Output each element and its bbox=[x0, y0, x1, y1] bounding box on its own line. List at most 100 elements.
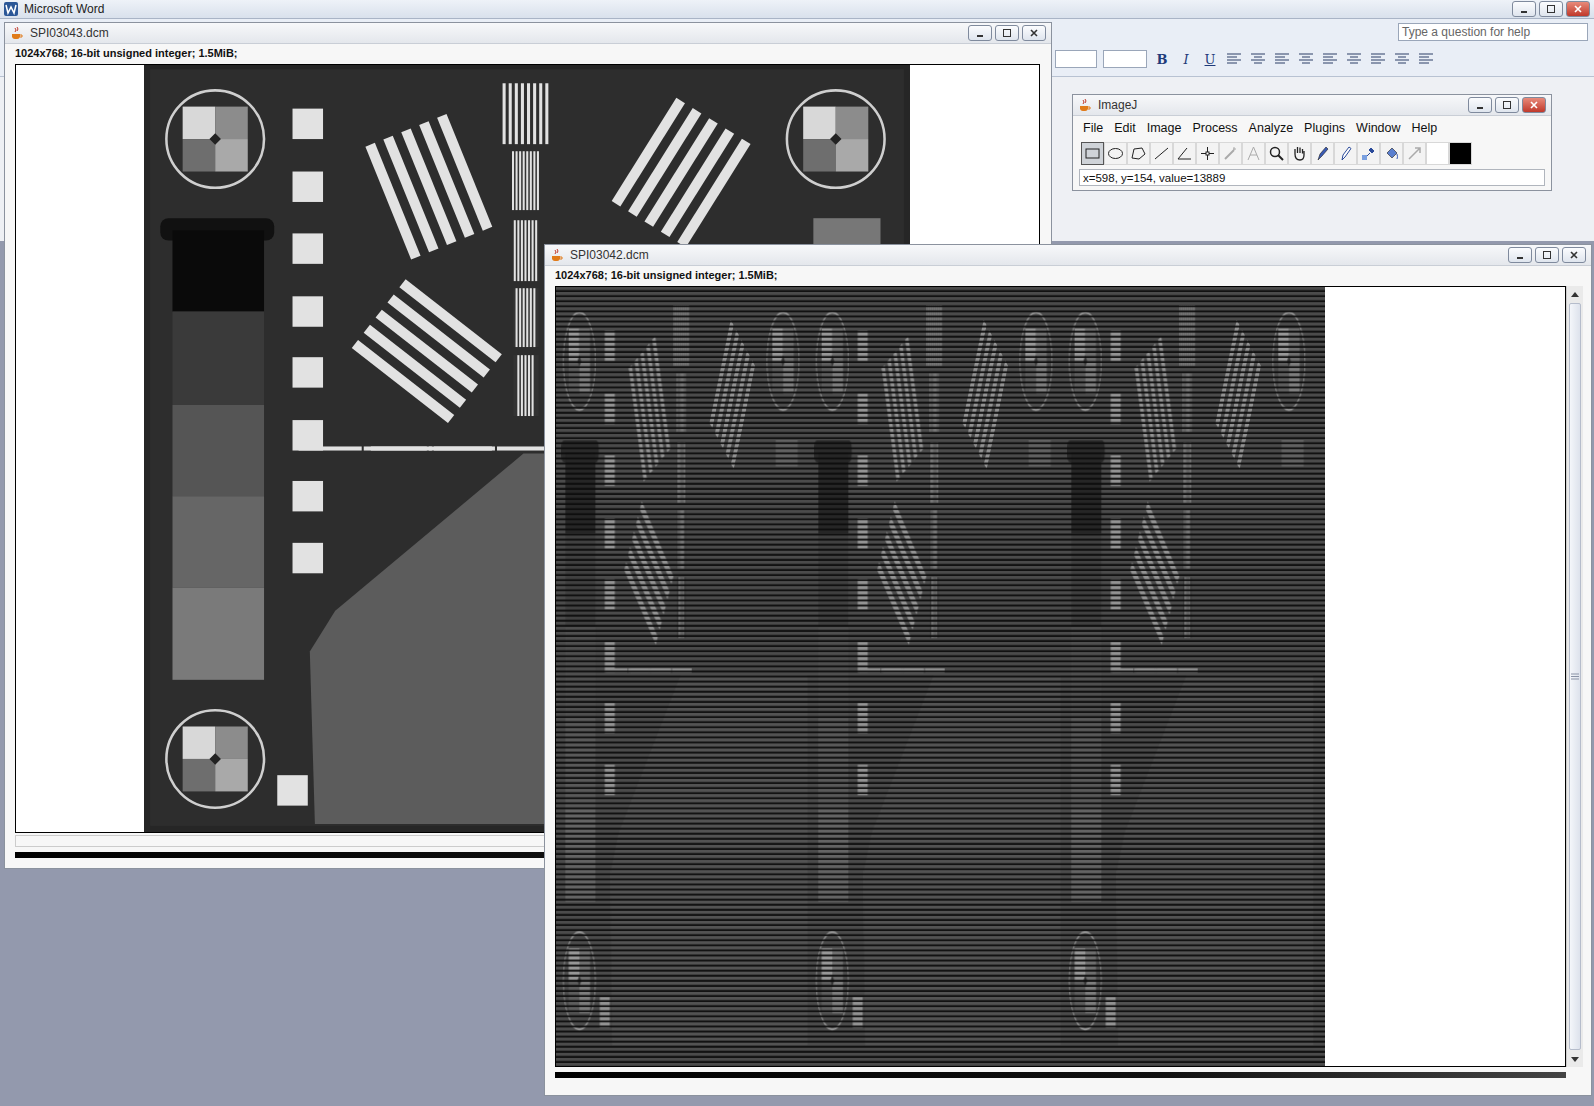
fill-icon bbox=[1383, 145, 1400, 162]
tool-button[interactable] bbox=[1150, 142, 1173, 165]
menu-item[interactable]: Image bbox=[1147, 121, 1182, 135]
menu-item[interactable]: Plugins bbox=[1304, 121, 1345, 135]
tool-button[interactable] bbox=[1173, 142, 1196, 165]
paragraph-icon[interactable] bbox=[1345, 51, 1363, 67]
paragraph-icon[interactable] bbox=[1417, 51, 1435, 67]
line-pair-group bbox=[514, 220, 537, 281]
status-field: x=598, y=154, value=13889 bbox=[1079, 169, 1545, 186]
wand-icon bbox=[1222, 145, 1239, 162]
rectangle-icon bbox=[1084, 145, 1101, 162]
menu-item[interactable]: Window bbox=[1356, 121, 1400, 135]
close-icon bbox=[1030, 29, 1038, 37]
tool-button[interactable] bbox=[1380, 142, 1403, 165]
angle-icon bbox=[1176, 145, 1193, 162]
image-info: 1024x768; 16-bit unsigned integer; 1.5Mi… bbox=[5, 44, 1051, 64]
tool-button bbox=[1403, 142, 1426, 165]
tool-button[interactable] bbox=[1081, 142, 1104, 165]
tool-button bbox=[1219, 142, 1242, 165]
image-canvas[interactable] bbox=[555, 286, 1566, 1067]
minimize-icon bbox=[1476, 101, 1484, 109]
magnifier-icon bbox=[1268, 145, 1285, 162]
title-bar[interactable]: SPI03042.dcm bbox=[545, 245, 1591, 266]
maximize-icon bbox=[1543, 251, 1551, 259]
line-icon bbox=[1153, 145, 1170, 162]
word-title-bar[interactable]: Microsoft Word bbox=[0, 0, 1594, 19]
imagej-window[interactable]: ImageJ File Edit Image Process Analyze Plugins… bbox=[1072, 94, 1552, 191]
close-button[interactable] bbox=[1566, 1, 1590, 17]
help-search-box[interactable]: Type a question for help bbox=[1398, 23, 1588, 41]
tool-button[interactable] bbox=[1196, 142, 1219, 165]
paragraph-icon[interactable] bbox=[1273, 51, 1291, 67]
vertical-scrollbar[interactable] bbox=[1566, 286, 1583, 1067]
arrow-icon bbox=[1406, 145, 1423, 162]
window-title: SPI03042.dcm bbox=[570, 248, 649, 262]
close-icon bbox=[1530, 101, 1538, 109]
window-controls bbox=[1508, 247, 1586, 263]
image-window[interactable]: SPI03042.dcm 1024x768; 16-bit unsigned in… bbox=[544, 244, 1592, 1096]
title-bar[interactable]: SPI03043.dcm bbox=[5, 23, 1051, 44]
tool-button[interactable] bbox=[1265, 142, 1288, 165]
tool-bar bbox=[1073, 137, 1551, 166]
color-swatch[interactable] bbox=[1449, 142, 1472, 165]
menu-item[interactable]: Edit bbox=[1114, 121, 1136, 135]
title-bar[interactable]: ImageJ bbox=[1073, 95, 1551, 116]
format-button[interactable]: U bbox=[1201, 49, 1219, 69]
tool-button bbox=[1242, 142, 1265, 165]
paragraph-icon[interactable] bbox=[1225, 51, 1243, 67]
close-icon bbox=[1574, 5, 1582, 13]
window-controls bbox=[1468, 97, 1546, 113]
tool-button[interactable] bbox=[1334, 142, 1357, 165]
scroll-down-button[interactable] bbox=[1567, 1051, 1583, 1067]
menu-item[interactable]: Help bbox=[1412, 121, 1438, 135]
corner-target bbox=[787, 90, 885, 187]
maximize-button[interactable] bbox=[995, 25, 1019, 41]
window-controls bbox=[968, 25, 1046, 41]
menu-item[interactable]: File bbox=[1083, 121, 1103, 135]
java-icon bbox=[550, 248, 564, 262]
tool-button[interactable] bbox=[1357, 142, 1380, 165]
tool-button[interactable] bbox=[1127, 142, 1150, 165]
java-icon bbox=[1078, 98, 1092, 112]
maximize-button[interactable] bbox=[1539, 1, 1563, 17]
striped-image bbox=[556, 287, 1325, 1066]
close-button[interactable] bbox=[1562, 247, 1586, 263]
line-pair-group bbox=[371, 446, 558, 450]
image-info: 1024x768; 16-bit unsigned integer; 1.5Mi… bbox=[545, 266, 1591, 286]
font-name-combo[interactable] bbox=[1055, 50, 1097, 68]
tool-button[interactable] bbox=[1288, 142, 1311, 165]
desktop: Microsoft WordType a question for helpBI… bbox=[0, 0, 1594, 1106]
minimize-button[interactable] bbox=[1508, 247, 1532, 263]
line-pair-group bbox=[517, 355, 533, 416]
corner-target bbox=[166, 90, 264, 187]
up-arrow-icon bbox=[1571, 292, 1579, 297]
minimize-icon bbox=[976, 29, 984, 37]
color-swatch[interactable] bbox=[1426, 142, 1449, 165]
minimize-button[interactable] bbox=[968, 25, 992, 41]
maximize-button[interactable] bbox=[1535, 247, 1559, 263]
window-title: ImageJ bbox=[1098, 98, 1137, 112]
tool-button[interactable] bbox=[1104, 142, 1127, 165]
pen-icon bbox=[1314, 145, 1331, 162]
format-button[interactable]: I bbox=[1177, 49, 1195, 69]
paragraph-icon[interactable] bbox=[1321, 51, 1339, 67]
scroll-up-button[interactable] bbox=[1567, 286, 1583, 302]
minimize-button[interactable] bbox=[1512, 1, 1536, 17]
paragraph-icon[interactable] bbox=[1297, 51, 1315, 67]
maximize-button[interactable] bbox=[1495, 97, 1519, 113]
menu-item[interactable]: Analyze bbox=[1249, 121, 1293, 135]
paragraph-icon[interactable] bbox=[1249, 51, 1267, 67]
window-controls bbox=[1512, 1, 1590, 17]
tool-button[interactable] bbox=[1311, 142, 1334, 165]
line-pair-group bbox=[352, 279, 502, 423]
close-button[interactable] bbox=[1022, 25, 1046, 41]
scroll-thumb[interactable] bbox=[1569, 303, 1581, 1050]
paragraph-icon[interactable] bbox=[1393, 51, 1411, 67]
minimize-button[interactable] bbox=[1468, 97, 1492, 113]
paragraph-icon[interactable] bbox=[1369, 51, 1387, 67]
menu-item[interactable]: Process bbox=[1192, 121, 1237, 135]
font-size-combo[interactable] bbox=[1103, 50, 1147, 68]
line-pair-group bbox=[365, 114, 492, 260]
format-button[interactable]: B bbox=[1153, 49, 1171, 69]
grip-icon bbox=[1571, 673, 1579, 680]
close-button[interactable] bbox=[1522, 97, 1546, 113]
